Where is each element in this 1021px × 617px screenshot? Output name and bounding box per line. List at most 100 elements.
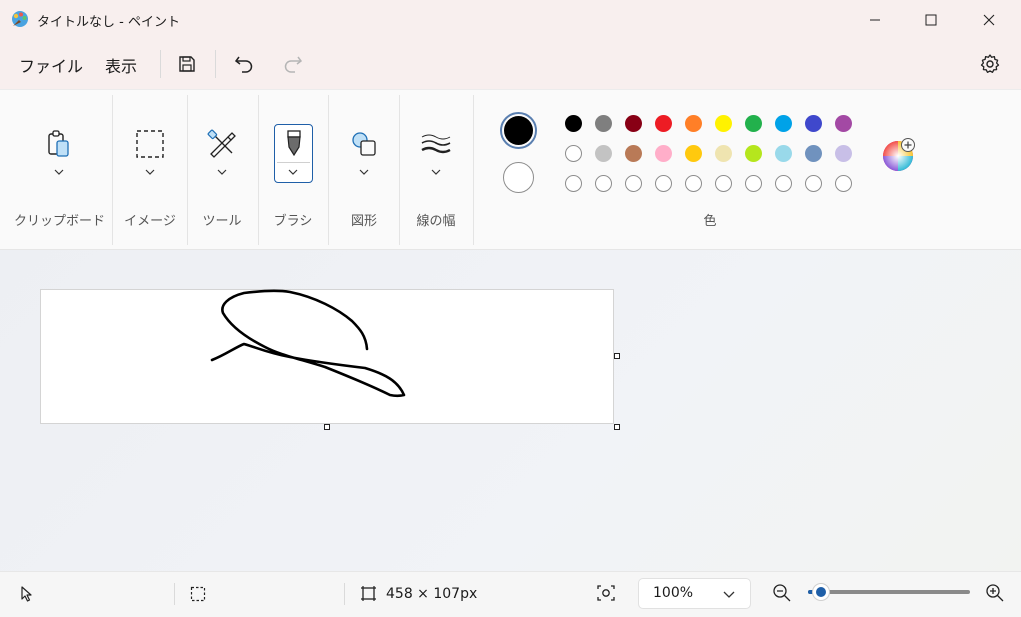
color-swatch[interactable] [805,145,822,162]
menu-divider [215,50,216,78]
zoom-in-icon [986,584,1004,602]
freehand-stroke [210,289,406,398]
color-swatch[interactable] [805,115,822,132]
custom-color-slot[interactable] [775,175,792,192]
resize-handle-corner[interactable] [614,424,620,430]
selection-icon [136,130,164,158]
redo-button[interactable] [279,50,307,78]
zoom-dropdown[interactable]: 100% [638,578,751,609]
tools-label: ツール [202,214,242,229]
group-divider [112,95,113,245]
image-label: イメージ [124,214,176,229]
close-button[interactable] [960,0,1018,40]
shapes-button[interactable] [347,127,381,161]
file-menu[interactable]: ファイル [19,53,83,77]
maximize-button[interactable] [902,0,960,40]
zoom-slider-thumb[interactable] [811,583,830,601]
shapes-label: 図形 [350,214,377,229]
resize-handle-right[interactable] [614,353,620,359]
custom-color-slot[interactable] [625,175,642,192]
color-swatch[interactable] [745,145,762,162]
save-button[interactable] [173,50,201,78]
color-swatch[interactable] [685,115,702,132]
image-chevron-down-icon[interactable] [143,165,157,179]
view-menu[interactable]: 表示 [105,53,137,77]
custom-color-slot[interactable] [745,175,762,192]
image-select-button[interactable] [133,127,167,161]
maximize-icon [925,14,937,26]
save-icon [179,56,195,72]
resize-handle-bottom[interactable] [324,424,330,430]
undo-icon [234,56,253,73]
color-swatch[interactable] [775,145,792,162]
custom-color-slot[interactable] [655,175,672,192]
shapes-chevron-down-icon[interactable] [357,165,371,179]
color-swatch[interactable] [625,145,642,162]
color-swatch[interactable] [595,115,612,132]
edit-colors-button[interactable] [881,137,915,171]
custom-color-slot[interactable] [715,175,732,192]
status-bar [0,571,1021,617]
status-divider [174,583,175,605]
zoom-slider-track[interactable] [808,590,970,594]
group-divider [258,95,259,245]
custom-color-slot[interactable] [805,175,822,192]
color-swatch[interactable] [595,145,612,162]
redo-icon [284,56,303,73]
custom-color-slot[interactable] [835,175,852,192]
color-swatch[interactable] [835,115,852,132]
shapes-icon [352,132,376,156]
tools-chevron-down-icon[interactable] [215,165,229,179]
color-swatch[interactable] [745,115,762,132]
line-width-chevron-down-icon[interactable] [429,165,443,179]
fit-screen-icon [597,585,615,601]
clipboard-label: クリップボード [14,214,106,229]
group-divider [187,95,188,245]
menu-bar [0,40,1021,89]
color-swatch[interactable] [685,145,702,162]
color-swatch[interactable] [775,115,792,132]
zoom-out-button[interactable] [772,583,792,607]
colors-label: 色 [703,214,717,229]
clipboard-button[interactable] [42,127,76,161]
brush-icon [287,130,301,157]
fit-to-window-button[interactable] [596,584,616,606]
clipboard-chevron-down-icon[interactable] [52,165,66,179]
drawing-canvas[interactable] [40,289,614,424]
group-divider [399,95,400,245]
tools-button[interactable] [205,127,239,161]
custom-color-slot[interactable] [565,175,582,192]
brush-chevron-down-icon[interactable] [286,165,300,179]
color-swatch[interactable] [715,115,732,132]
chevron-down-icon [723,591,735,598]
gear-icon [980,54,1000,73]
color-swatch[interactable] [655,145,672,162]
zoom-value: 100% [653,585,694,601]
color-swatch[interactable] [565,115,582,132]
brush-divider [277,162,310,163]
status-divider [344,583,345,605]
minimize-button[interactable] [846,0,904,40]
custom-color-slot[interactable] [685,175,702,192]
selection-size-icon [190,586,206,606]
line-width-label: 線の幅 [416,214,456,229]
secondary-color-button[interactable] [503,162,534,193]
color-swatch[interactable] [835,145,852,162]
color-swatch[interactable] [625,115,642,132]
color-swatch[interactable] [655,115,672,132]
paint-app-icon [10,9,30,29]
custom-color-slot[interactable] [595,175,612,192]
color-swatch[interactable] [715,145,732,162]
zoom-out-icon [773,584,791,602]
brush-label: ブラシ [273,214,313,229]
tools-icon [207,129,236,158]
line-width-button[interactable] [419,127,453,161]
settings-button[interactable] [976,50,1004,78]
cursor-position-icon [20,586,34,606]
close-icon [983,14,995,26]
zoom-in-button[interactable] [985,583,1005,607]
undo-button[interactable] [230,50,258,78]
primary-color-swatch [504,116,533,145]
color-swatch[interactable] [565,145,582,162]
primary-color-button[interactable] [500,112,537,149]
